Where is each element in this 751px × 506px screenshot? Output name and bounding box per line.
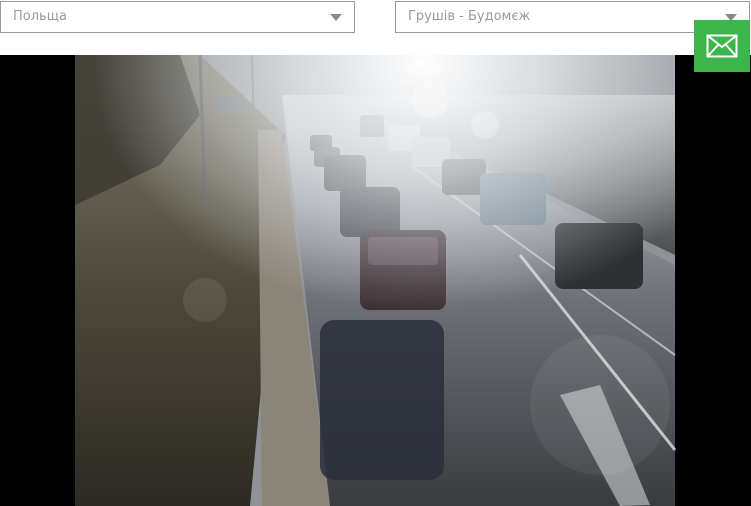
country-select[interactable]: Польща [0, 1, 355, 33]
country-select-value: Польща [13, 9, 67, 24]
page: Польща Грушів - Будомєж [0, 0, 751, 506]
border-crossing-select-value: Грушів - Будомєж [408, 9, 531, 24]
chevron-down-icon [330, 14, 342, 21]
envelope-icon [706, 34, 738, 58]
webcam-view [0, 55, 751, 506]
contact-mail-button[interactable] [694, 20, 750, 72]
webcam-image [0, 55, 751, 506]
